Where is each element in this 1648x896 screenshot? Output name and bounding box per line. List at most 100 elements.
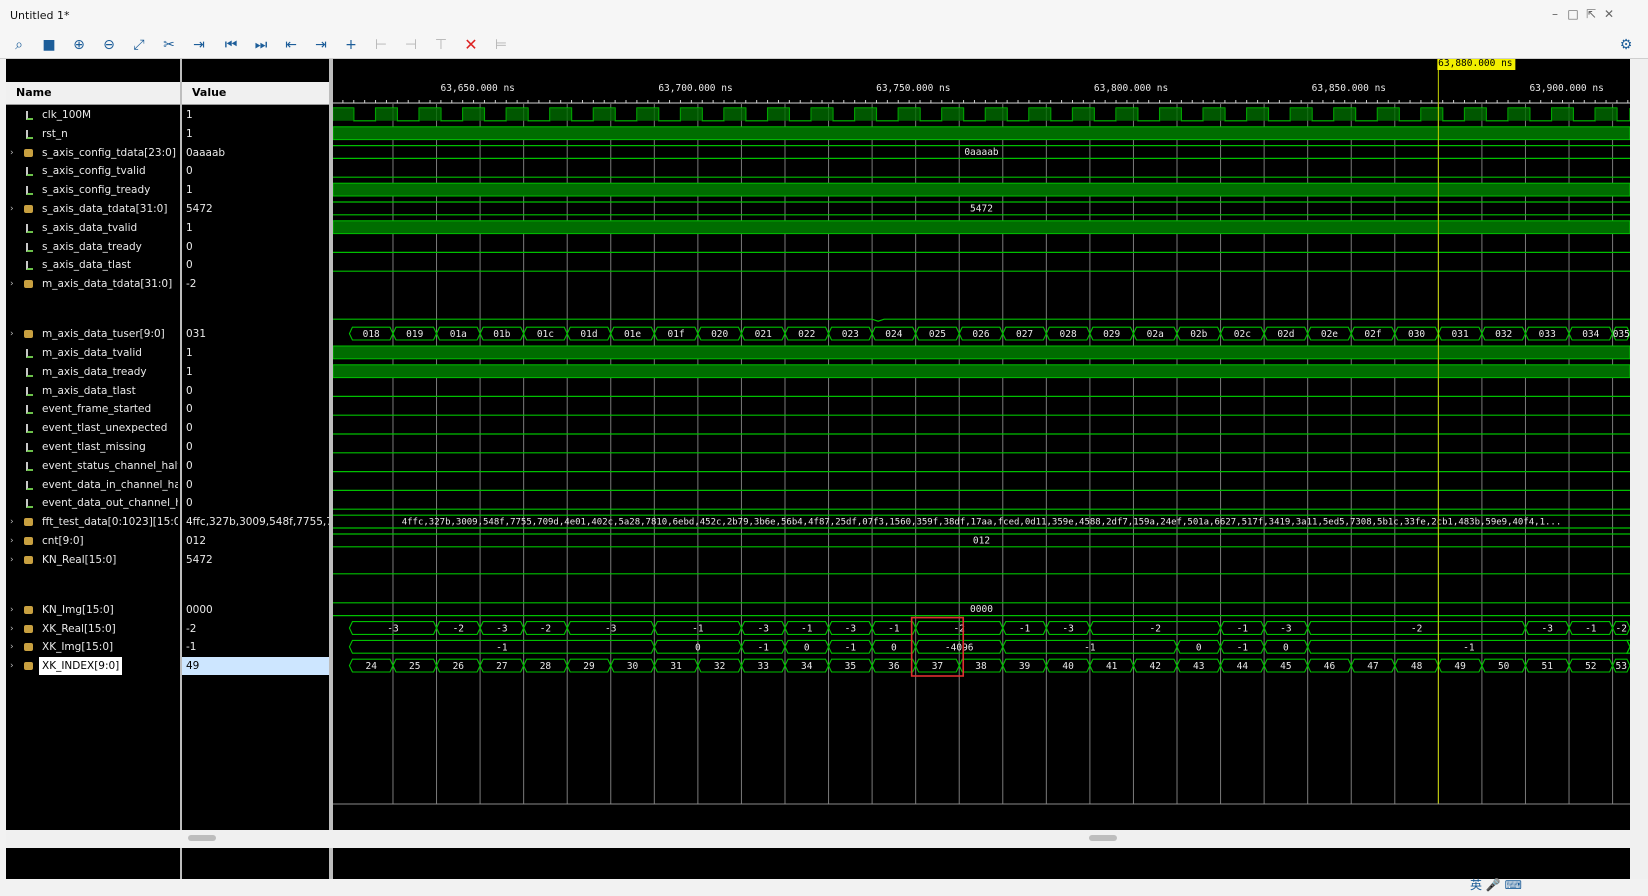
value-row[interactable]: 0 [182,419,329,437]
signal-name[interactable]: m_axis_data_tvalid [42,344,142,362]
waveform-scrollbar-thumb[interactable] [1089,835,1117,841]
value-row[interactable]: 0 [182,256,329,274]
signal-name[interactable]: XK_INDEX[9:0] [39,657,123,676]
keyboard-icon[interactable]: ⌨ [1505,878,1522,892]
signal-row[interactable]: › cnt[9:0] [6,532,178,550]
signal-name[interactable]: fft_test_data[0:1023][15:0] [42,513,178,531]
signal-name[interactable]: s_axis_config_tready [42,181,150,199]
waveform-scrollbar[interactable] [327,830,1630,848]
maximize-icon[interactable]: □ [1566,7,1580,21]
value-row[interactable]: 0 [182,494,329,512]
signal-row[interactable]: event_data_in_channel_halt [6,476,178,494]
microphone-icon[interactable]: 🎤 [1486,878,1501,892]
vertical-scrollbar[interactable] [1630,59,1648,879]
zoom-in-icon[interactable]: ⊕ [69,35,89,55]
signal-name[interactable]: event_data_out_channel_halt [42,494,178,512]
value-row[interactable]: 0 [182,400,329,418]
minimize-icon[interactable]: – [1548,7,1562,21]
signal-row[interactable]: rst_n [6,125,178,143]
go-to-time-0-icon[interactable]: ⏮ [221,35,241,55]
signal-name[interactable]: rst_n [42,125,68,143]
signal-row[interactable]: event_data_out_channel_halt [6,494,178,512]
expand-arrow-icon[interactable]: › [10,144,20,162]
signal-row[interactable]: › m_axis_data_tuser[9:0] [6,325,178,343]
go-to-last-time-icon[interactable]: ⏭ [251,35,271,55]
signal-row[interactable]: › KN_Real[15:0] [6,551,178,569]
signal-row[interactable]: s_axis_data_tlast [6,256,178,274]
signal-row[interactable]: › XK_INDEX[9:0] [6,657,178,676]
previous-marker-icon[interactable]: ⊢ [371,35,391,55]
signal-row[interactable]: clk_100M [6,106,178,124]
swap-cursors-icon[interactable]: ⊤ [431,35,451,55]
waveform-pane[interactable]: 63,650.000 ns 63,700.000 ns 63,750.000 ns 6… [333,59,1630,879]
signal-row[interactable]: › fft_test_data[0:1023][15:0] [6,513,178,531]
expand-arrow-icon[interactable]: › [10,601,20,619]
signal-name[interactable]: s_axis_data_tlast [42,256,131,274]
expand-arrow-icon[interactable]: › [10,275,20,293]
name-column-header[interactable]: Name [6,82,180,105]
signal-name[interactable]: event_tlast_missing [42,438,146,456]
signal-name[interactable]: m_axis_data_tdata[31:0] [42,275,172,293]
signal-row[interactable]: s_axis_config_tvalid [6,162,178,180]
value-row[interactable]: 0 [182,438,329,456]
expand-arrow-icon[interactable]: › [10,513,20,531]
value-row[interactable]: 031 [182,325,329,343]
signal-name[interactable]: m_axis_data_tuser[9:0] [42,325,165,343]
signal-name[interactable]: event_tlast_unexpected [42,419,167,437]
value-row[interactable]: 1 [182,125,329,143]
signal-row[interactable]: m_axis_data_tready [6,363,178,381]
value-row[interactable]: 1 [182,363,329,381]
expand-arrow-icon[interactable]: › [10,325,20,343]
add-marker-icon[interactable]: + [341,35,361,55]
signal-name[interactable]: m_axis_data_tready [42,363,147,381]
search-icon[interactable]: ⌕ [9,35,29,55]
signal-name[interactable]: s_axis_data_tdata[31:0] [42,200,167,218]
value-row[interactable]: 4ffc,327b,3009,548f,7755,709d, [182,513,329,531]
signal-name[interactable]: event_data_in_channel_halt [42,476,178,494]
signal-row[interactable]: › XK_Real[15:0] [6,620,178,638]
value-row[interactable]: -2 [182,620,329,638]
zoom-out-icon[interactable]: ⊖ [99,35,119,55]
close-icon[interactable]: ✕ [1602,7,1616,21]
signal-name[interactable]: m_axis_data_tlast [42,382,136,400]
signal-row[interactable]: event_tlast_missing [6,438,178,456]
signal-name[interactable]: KN_Img[15:0] [42,601,114,619]
signal-name[interactable]: cnt[9:0] [42,532,84,550]
signal-name[interactable]: s_axis_data_tvalid [42,219,137,237]
next-transition-icon[interactable]: ⇥ [311,35,331,55]
value-row[interactable]: 5472 [182,551,329,569]
value-row[interactable]: 0 [182,238,329,256]
signal-row[interactable]: s_axis_data_tready [6,238,178,256]
signal-row[interactable]: › XK_Img[15:0] [6,638,178,656]
value-row[interactable]: 012 [182,532,329,550]
previous-transition-icon[interactable]: ⇤ [281,35,301,55]
value-row[interactable]: 49 [182,657,329,676]
expand-arrow-icon[interactable]: › [10,551,20,569]
signal-row[interactable]: s_axis_data_tvalid [6,219,178,237]
signal-row[interactable]: m_axis_data_tlast [6,382,178,400]
signal-row[interactable]: s_axis_config_tready [6,181,178,199]
value-scrollbar[interactable] [176,830,327,848]
value-row[interactable]: 0 [182,476,329,494]
value-row[interactable]: 1 [182,106,329,124]
signal-row[interactable]: event_status_channel_halt [6,457,178,475]
next-marker-icon[interactable]: ⊣ [401,35,421,55]
signal-name[interactable]: s_axis_config_tvalid [42,162,146,180]
zoom-fit-icon[interactable]: ⤢ [129,35,149,55]
go-to-cursor-icon[interactable]: ⇥ [189,35,209,55]
signal-row[interactable]: › m_axis_data_tdata[31:0] [6,275,178,293]
signal-name[interactable]: s_axis_data_tready [42,238,142,256]
value-row[interactable]: 1 [182,181,329,199]
value-row[interactable]: 0 [182,382,329,400]
signal-name[interactable]: clk_100M [42,106,91,124]
signal-name[interactable]: KN_Real[15:0] [42,551,116,569]
signal-row[interactable]: › s_axis_data_tdata[31:0] [6,200,178,218]
delete-icon[interactable]: ✕ [461,35,481,55]
value-row[interactable]: 1 [182,219,329,237]
float-icon[interactable]: ⇱ [1584,7,1598,21]
name-scrollbar[interactable] [6,830,176,848]
signal-row[interactable]: m_axis_data_tvalid [6,344,178,362]
value-row[interactable]: 5472 [182,200,329,218]
value-column-header[interactable]: Value [182,82,329,105]
signal-name[interactable]: XK_Img[15:0] [42,638,113,656]
